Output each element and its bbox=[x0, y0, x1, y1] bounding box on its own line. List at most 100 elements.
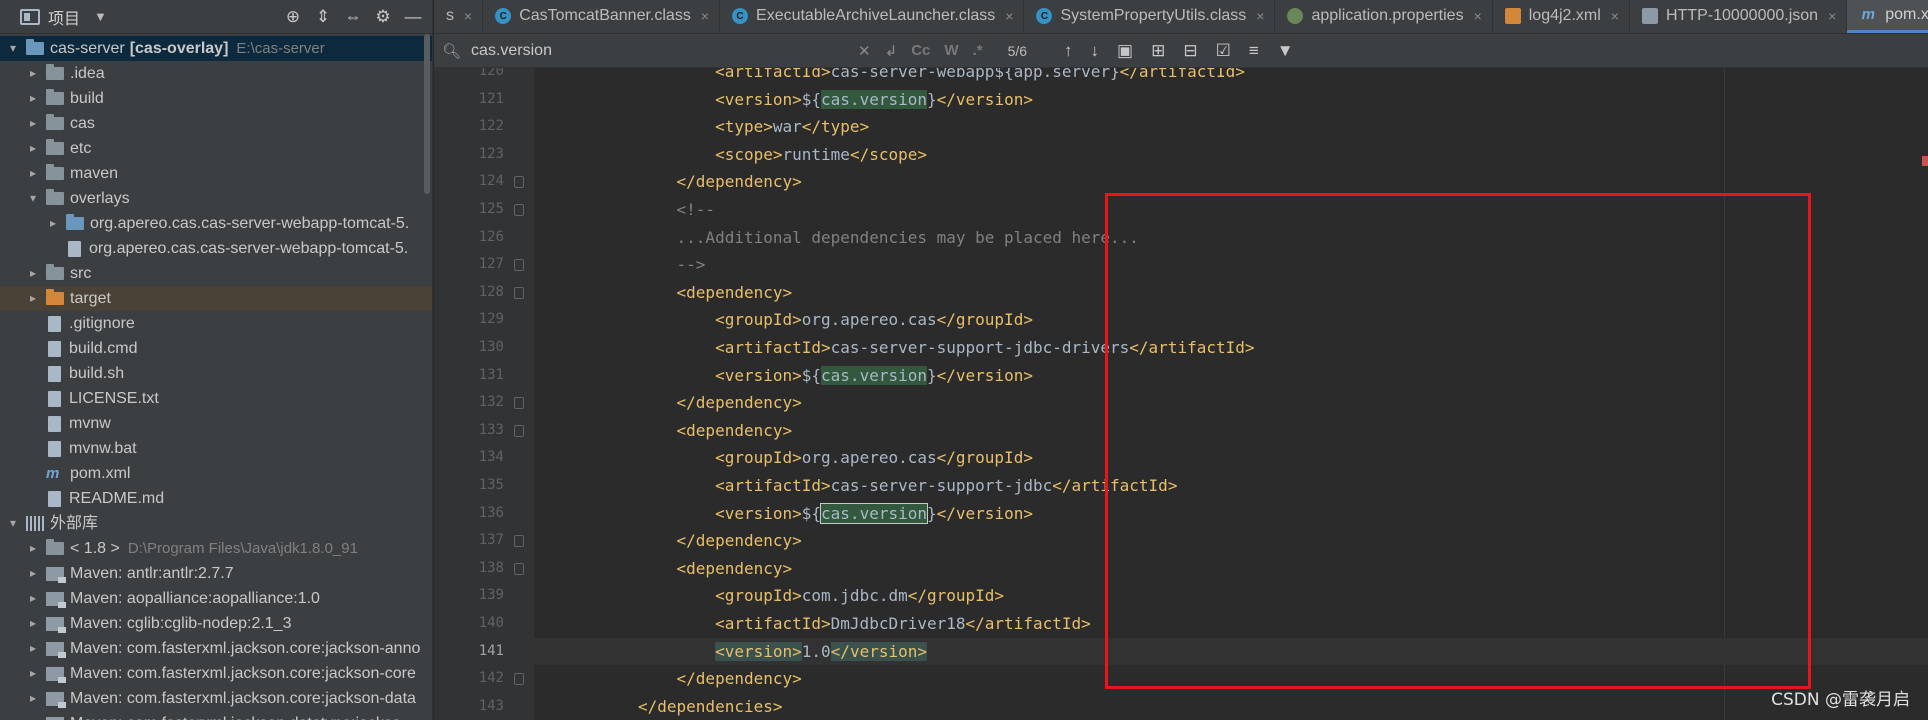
chevron-right-icon[interactable]: ▸ bbox=[26, 286, 40, 311]
tree-item[interactable]: ▸build.cmd bbox=[0, 336, 432, 361]
select-occurrences-icon[interactable]: ☑ bbox=[1216, 41, 1231, 61]
editor-tab[interactable]: application.properties × bbox=[1275, 0, 1493, 33]
code-line[interactable]: <dependency> bbox=[534, 417, 1928, 445]
fold-marker-icon[interactable] bbox=[514, 204, 524, 216]
code-line[interactable]: <version>${cas.version}</version> bbox=[534, 362, 1928, 390]
code-line[interactable]: <artifactId>cas-server-webapp${app.serve… bbox=[534, 68, 1928, 86]
expand-all-icon[interactable]: ⇕ bbox=[310, 4, 336, 30]
close-icon[interactable]: × bbox=[1005, 8, 1013, 24]
code-line[interactable]: <groupId>org.apereo.cas</groupId> bbox=[534, 306, 1928, 334]
tree-item[interactable]: ▸ Maven: aopalliance:aopalliance:1.0 bbox=[0, 586, 432, 611]
tree-item[interactable]: ▸org.apereo.cas.cas-server-webapp-tomcat… bbox=[0, 211, 432, 236]
code-line[interactable]: <type>war</type> bbox=[534, 113, 1928, 141]
chevron-down-icon[interactable]: ▾ bbox=[26, 186, 40, 211]
select-all-occurrences-icon[interactable]: ▣ bbox=[1117, 41, 1133, 61]
add-occurrence-icon[interactable]: ⊞ bbox=[1151, 41, 1165, 61]
gear-icon[interactable]: ⚙ bbox=[370, 4, 396, 30]
remove-occurrence-icon[interactable]: ⊟ bbox=[1183, 41, 1197, 61]
previous-occurrence-icon[interactable]: ↑ bbox=[1064, 41, 1073, 61]
fold-marker-icon[interactable] bbox=[514, 259, 524, 272]
tree-item[interactable]: ▸README.md bbox=[0, 486, 432, 511]
chevron-right-icon[interactable]: ▸ bbox=[26, 611, 40, 636]
tree-item[interactable]: ▾ 外部库 bbox=[0, 511, 432, 536]
next-occurrence-icon[interactable]: ↓ bbox=[1091, 41, 1100, 61]
tree-item[interactable]: ▸mpom.xml bbox=[0, 461, 432, 486]
chevron-down-icon[interactable]: ▾ bbox=[6, 36, 20, 61]
fold-marker-icon[interactable] bbox=[514, 562, 524, 575]
fold-marker-icon[interactable] bbox=[514, 424, 524, 437]
fold-marker-icon[interactable] bbox=[514, 397, 524, 410]
locate-file-icon[interactable]: ⊕ bbox=[280, 4, 306, 30]
code-line[interactable]: <!-- bbox=[534, 196, 1928, 224]
close-icon[interactable]: × bbox=[1611, 8, 1619, 24]
code-line[interactable]: --> bbox=[534, 251, 1928, 279]
tree-item[interactable]: ▸ < 1.8 > D:\Program Files\Java\jdk1.8.0_9… bbox=[0, 536, 432, 561]
tree-item[interactable]: ▸mvnw bbox=[0, 411, 432, 436]
code-line[interactable]: <artifactId>DmJdbcDriver18</artifactId> bbox=[534, 610, 1928, 638]
whole-word-button[interactable]: W bbox=[944, 42, 958, 59]
chevron-right-icon[interactable]: ▸ bbox=[26, 61, 40, 86]
code-line[interactable]: <artifactId>cas-server-support-jdbc</art… bbox=[534, 472, 1928, 500]
editor-tab[interactable]: C SystemPropertyUtils.class × bbox=[1024, 0, 1276, 33]
editor-tab[interactable]: C CasTomcatBanner.class × bbox=[483, 0, 721, 33]
close-icon[interactable]: × bbox=[1256, 8, 1264, 24]
tree-item[interactable]: ▸ maven bbox=[0, 161, 432, 186]
find-input[interactable] bbox=[471, 41, 852, 60]
code-line[interactable]: <scope>runtime</scope> bbox=[534, 141, 1928, 169]
close-icon[interactable]: × bbox=[701, 8, 709, 24]
project-view-icon[interactable] bbox=[20, 8, 40, 25]
tree-item[interactable]: ▸ Maven: cglib:cglib-nodep:2.1_3 bbox=[0, 611, 432, 636]
filter-options-icon[interactable]: ≡ bbox=[1249, 41, 1259, 61]
code-line[interactable]: <dependency> bbox=[534, 279, 1928, 307]
close-icon[interactable]: × bbox=[464, 8, 472, 24]
chevron-right-icon[interactable]: ▸ bbox=[26, 111, 40, 136]
collapse-all-icon[interactable]: ⇔ bbox=[340, 4, 366, 30]
editor-tab[interactable]: m pom.xml bbox=[1847, 0, 1928, 33]
code-line[interactable]: </dependency> bbox=[534, 389, 1928, 417]
chevron-right-icon[interactable]: ▸ bbox=[26, 561, 40, 586]
code-line[interactable]: <version>1.0</version> bbox=[534, 637, 1928, 666]
code-line[interactable]: <artifactId>cas-server-support-jdbc-driv… bbox=[534, 334, 1928, 362]
error-stripe-marker[interactable] bbox=[1922, 156, 1928, 166]
close-icon[interactable]: × bbox=[1474, 8, 1482, 24]
code-line[interactable]: ...Additional dependencies may be placed… bbox=[534, 224, 1928, 252]
chevron-down-icon[interactable]: ▾ bbox=[6, 511, 20, 536]
chevron-right-icon[interactable]: ▸ bbox=[26, 711, 40, 720]
hide-panel-icon[interactable]: — bbox=[400, 4, 426, 30]
editor-tab[interactable]: HTTP-10000000.json × bbox=[1630, 0, 1848, 33]
close-icon[interactable]: × bbox=[1828, 8, 1836, 24]
search-icon[interactable]: 🔍︎ bbox=[442, 42, 461, 60]
chevron-right-icon[interactable]: ▸ bbox=[46, 211, 60, 236]
code-editor[interactable]: 120 121 122 123 124 125 126 127 128 129 130 131 132 1… bbox=[434, 68, 1928, 720]
chevron-right-icon[interactable]: ▸ bbox=[26, 636, 40, 661]
tree-item[interactable]: ▸ build bbox=[0, 86, 432, 111]
chevron-down-icon[interactable]: ▼ bbox=[94, 9, 107, 24]
search-history-icon[interactable]: ↲ bbox=[885, 42, 898, 60]
code-line[interactable]: <dependency> bbox=[534, 555, 1928, 583]
tree-item[interactable]: ▸org.apereo.cas.cas-server-webapp-tomcat… bbox=[0, 236, 432, 261]
editor-tab[interactable]: log4j2.xml × bbox=[1493, 0, 1630, 33]
chevron-right-icon[interactable]: ▸ bbox=[26, 586, 40, 611]
code-line[interactable]: </dependency> bbox=[534, 665, 1928, 693]
funnel-icon[interactable]: ▼ bbox=[1277, 41, 1294, 61]
line-number-gutter[interactable]: 120 121 122 123 124 125 126 127 128 129 130 131 132 1… bbox=[434, 68, 534, 720]
code-line[interactable]: <version>${cas.version}</version> bbox=[534, 500, 1928, 528]
tree-item[interactable]: ▸ Maven: com.fasterxml.jackson.datatype:j… bbox=[0, 711, 432, 720]
tree-item[interactable]: ▾ overlays bbox=[0, 186, 432, 211]
chevron-right-icon[interactable]: ▸ bbox=[26, 661, 40, 686]
chevron-right-icon[interactable]: ▸ bbox=[26, 686, 40, 711]
code-line[interactable]: <groupId>org.apereo.cas</groupId> bbox=[534, 444, 1928, 472]
chevron-right-icon[interactable]: ▸ bbox=[26, 161, 40, 186]
tree-item[interactable]: ▸LICENSE.txt bbox=[0, 386, 432, 411]
regex-button[interactable]: .* bbox=[973, 42, 983, 59]
tree-item[interactable]: ▾ cas-server [cas-overlay] E:\cas-server bbox=[0, 36, 432, 61]
code-line[interactable]: </dependencies> bbox=[534, 693, 1928, 720]
chevron-right-icon[interactable]: ▸ bbox=[26, 136, 40, 161]
tree-item[interactable]: ▸ etc bbox=[0, 136, 432, 161]
fold-marker-icon[interactable] bbox=[514, 673, 524, 686]
code-line[interactable]: </dependency> bbox=[534, 168, 1928, 196]
fold-marker-icon[interactable] bbox=[514, 535, 524, 548]
tree-item[interactable]: ▸ Maven: antlr:antlr:2.7.7 bbox=[0, 561, 432, 586]
tree-item[interactable]: ▸ Maven: com.fasterxml.jackson.core:jacks… bbox=[0, 686, 432, 711]
code-line[interactable]: <version>${cas.version}</version> bbox=[534, 86, 1928, 114]
